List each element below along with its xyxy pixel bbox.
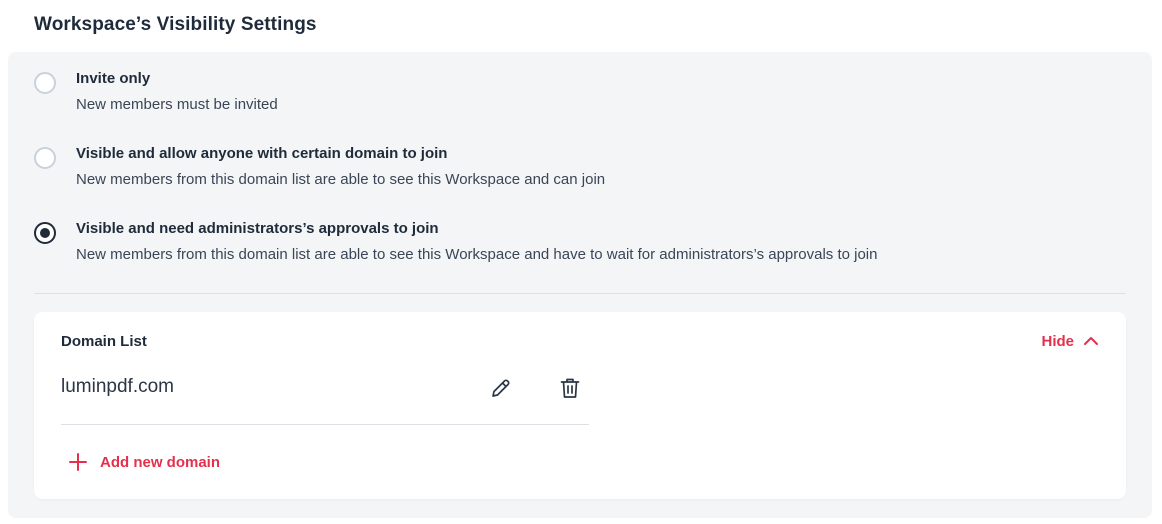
domain-list-title: Domain List xyxy=(61,333,147,350)
option-description: New members from this domain list are ab… xyxy=(76,171,606,188)
domain-value: luminpdf.com xyxy=(61,376,174,397)
option-visible-domain-join[interactable]: Visible and allow anyone with certain do… xyxy=(34,145,1134,195)
delete-domain-button[interactable] xyxy=(558,376,582,400)
chevron-up-icon xyxy=(1082,332,1100,350)
add-new-domain-button[interactable]: Add new domain xyxy=(68,452,220,472)
option-description: New members from this domain list are ab… xyxy=(76,246,878,263)
option-visible-admin-approval[interactable]: Visible and need administrators’s approv… xyxy=(34,220,1134,270)
domain-list-card: Domain List Hide luminpdf.com Add new do… xyxy=(34,312,1126,499)
add-new-domain-label: Add new domain xyxy=(100,453,220,471)
domain-row: luminpdf.com xyxy=(61,364,589,425)
edit-domain-button[interactable] xyxy=(489,376,513,400)
pencil-icon xyxy=(489,376,513,400)
hide-domain-list-button[interactable]: Hide xyxy=(1041,332,1100,350)
hide-label: Hide xyxy=(1041,332,1074,350)
plus-icon xyxy=(68,452,88,472)
radio-invite-only[interactable] xyxy=(34,72,56,94)
option-description: New members must be invited xyxy=(76,96,278,113)
divider xyxy=(34,293,1126,294)
visibility-settings-page: Workspace’s Visibility Settings Invite o… xyxy=(0,0,1162,524)
option-title: Visible and need administrators’s approv… xyxy=(76,220,439,237)
trash-icon xyxy=(558,376,582,400)
option-title: Visible and allow anyone with certain do… xyxy=(76,145,448,162)
option-invite-only[interactable]: Invite only New members must be invited xyxy=(34,70,1134,120)
section-title: Workspace’s Visibility Settings xyxy=(34,14,317,35)
option-title: Invite only xyxy=(76,70,151,87)
visibility-panel: Invite only New members must be invited … xyxy=(8,52,1152,518)
radio-visible-domain-join[interactable] xyxy=(34,147,56,169)
radio-visible-admin-approval[interactable] xyxy=(34,222,56,244)
